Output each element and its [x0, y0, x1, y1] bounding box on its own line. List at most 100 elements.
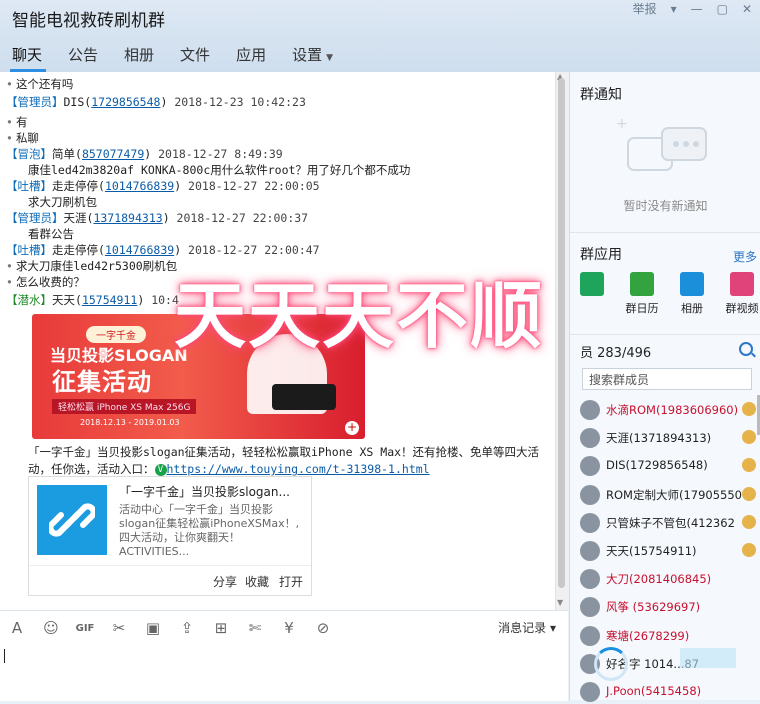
- favorite-button[interactable]: 收藏: [245, 573, 269, 590]
- member-badge-icon: [742, 402, 756, 416]
- apps-title: 群应用: [580, 247, 622, 263]
- block-icon[interactable]: ⊘: [306, 611, 340, 645]
- sender-name[interactable]: 简单: [52, 147, 75, 161]
- member-role-tag: 【吐槽】: [6, 179, 52, 193]
- notice-title: 群通知: [580, 87, 622, 103]
- bullet: •: [6, 115, 13, 129]
- link-preview-card[interactable]: 「一字千金」当贝投影slogan... 活动中心「一字千金」当贝投影slogan…: [28, 476, 312, 596]
- message-text: 康佳led42m3820af KONKA-800c用什么软件root？用了好几个…: [28, 163, 411, 177]
- red-packet-icon[interactable]: ¥: [272, 611, 306, 645]
- magic-expression-icon[interactable]: ✂: [102, 611, 136, 645]
- banner-line2: 征集活动: [52, 368, 152, 396]
- message-log-label: 消息记录: [498, 621, 547, 635]
- search-icon[interactable]: [739, 342, 753, 356]
- member-item[interactable]: 寒塘(2678299): [580, 624, 756, 648]
- more-apps-link[interactable]: 更多: [733, 248, 757, 265]
- verified-icon: V: [154, 463, 167, 476]
- chat-line: • 私聊: [6, 130, 39, 146]
- sender-uid-link[interactable]: 857077479: [82, 147, 144, 161]
- sender-uid-link[interactable]: 1729856548: [91, 95, 160, 109]
- member-item[interactable]: 大刀(2081406845): [580, 567, 756, 591]
- member-item[interactable]: 只管妹子不管包(412362: [580, 511, 756, 535]
- tab-album[interactable]: 相册: [112, 36, 168, 72]
- member-item[interactable]: DIS(1729856548): [580, 454, 756, 478]
- calendar-icon: [630, 272, 654, 296]
- image-icon[interactable]: ▣: [136, 611, 170, 645]
- tab-bar: 聊天 公告 相册 文件 应用 设置 ▼: [0, 36, 760, 72]
- banner-date: 2018.12.13 - 2019.01.03: [80, 418, 180, 427]
- close-icon[interactable]: ✕: [742, 0, 752, 20]
- gift-icon[interactable]: ⊞: [204, 611, 238, 645]
- scroll-down-icon[interactable]: ▼: [557, 598, 563, 607]
- member-role-tag: 【管理员】: [6, 95, 64, 109]
- tab-apps[interactable]: 应用: [224, 36, 280, 72]
- minimize-icon[interactable]: —: [691, 0, 703, 20]
- title-bar: 智能电视救砖刷机群 举报 ▾ — ▢ ✕: [0, 0, 760, 36]
- link-icon: [37, 485, 107, 555]
- report-link[interactable]: 举报: [633, 0, 657, 20]
- app-phone[interactable]: [572, 272, 612, 300]
- sender-name[interactable]: 走走停停: [52, 179, 98, 193]
- message-body: 「一字千金」当贝投影slogan征集活动，轻轻松松赢取iPhone XS Max…: [28, 444, 548, 478]
- sender-uid-link[interactable]: 15754911: [82, 293, 137, 307]
- add-icon[interactable]: +: [345, 421, 359, 435]
- avatar: [580, 569, 600, 590]
- emoji-icon[interactable]: ☺: [34, 611, 68, 645]
- tab-settings[interactable]: 设置 ▼: [280, 36, 347, 72]
- member-search-input[interactable]: 搜索群成员: [582, 368, 752, 390]
- sender-name[interactable]: 天涯: [64, 211, 87, 225]
- members-title: 员 283/496: [580, 346, 652, 361]
- message-time: 2018-12-23 10:42:23: [174, 95, 306, 109]
- tab-announcement[interactable]: 公告: [56, 36, 112, 72]
- member-badge-icon: [742, 543, 756, 557]
- chat-line: • 这个还有吗: [6, 76, 73, 92]
- gif-icon[interactable]: GIF: [68, 611, 102, 645]
- activity-link[interactable]: https://www.touying.com/t-31398-1.html: [167, 462, 430, 476]
- font-icon[interactable]: A: [0, 611, 34, 645]
- chat-scrollbar[interactable]: ▲ ▼: [555, 72, 568, 610]
- screenshot-icon[interactable]: ✄: [238, 611, 272, 645]
- member-name: 寒塘(2678299): [606, 628, 690, 643]
- member-badge-icon: [742, 430, 756, 445]
- chat-line: 康佳led42m3820af KONKA-800c用什么软件root？用了好几个…: [6, 162, 410, 178]
- sender-uid-link[interactable]: 1371894313: [93, 211, 162, 225]
- open-button[interactable]: 打开: [279, 573, 303, 590]
- message-header: 【管理员】DIS(1729856548) 2018-12-23 10:42:23: [6, 95, 306, 109]
- message-header: 【冒泡】简单(857077479) 2018-12-27 8:49:39: [6, 147, 283, 161]
- member-item[interactable]: J.Poon(5415458): [580, 680, 756, 704]
- member-name: 天天(15754911): [606, 544, 697, 558]
- member-item[interactable]: 天天(15754911): [580, 539, 756, 563]
- dropdown-icon[interactable]: ▾: [671, 0, 677, 20]
- message-text: 求大刀刷机包: [28, 195, 97, 209]
- sender-name[interactable]: 天天: [52, 293, 75, 307]
- member-item[interactable]: ROM定制大师(17905550: [580, 483, 756, 507]
- overlay-caption: 天天天不顺: [174, 274, 545, 358]
- sender-name[interactable]: DIS: [64, 95, 85, 109]
- message-time: 2018-12-27 22:00:05: [188, 179, 320, 193]
- app-album[interactable]: 相册: [672, 272, 712, 316]
- sender-uid-link[interactable]: 1014766839: [105, 243, 174, 257]
- message-text: 看群公告: [28, 227, 74, 241]
- sender-name[interactable]: 走走停停: [52, 243, 98, 257]
- scroll-thumb[interactable]: [558, 78, 565, 588]
- member-item[interactable]: 天涯(1371894313): [580, 426, 756, 450]
- sender-uid-link[interactable]: 1014766839: [105, 179, 174, 193]
- app-calendar[interactable]: 群日历: [622, 272, 662, 316]
- member-name: DIS(1729856548): [606, 458, 708, 473]
- maximize-icon[interactable]: ▢: [717, 0, 728, 20]
- message-log-button[interactable]: 消息记录 ▾: [498, 619, 556, 636]
- message-time: 2018-12-27 22:00:47: [188, 243, 320, 257]
- avatar: [580, 625, 600, 646]
- tab-files[interactable]: 文件: [168, 36, 224, 72]
- avatar: [580, 597, 600, 618]
- member-item[interactable]: 风筝 (53629697): [580, 595, 756, 619]
- text-cursor: [4, 649, 5, 663]
- member-role-tag: 【吐槽】: [6, 243, 52, 257]
- share-button[interactable]: 分享: [213, 573, 237, 590]
- member-badge-icon: [742, 458, 756, 473]
- upload-icon[interactable]: ⇪: [170, 611, 204, 645]
- app-label: 相册: [681, 302, 703, 315]
- member-item[interactable]: 水滴ROM(1983606960): [580, 398, 756, 422]
- tab-chat[interactable]: 聊天: [0, 36, 56, 72]
- app-video[interactable]: 群视频: [720, 272, 760, 316]
